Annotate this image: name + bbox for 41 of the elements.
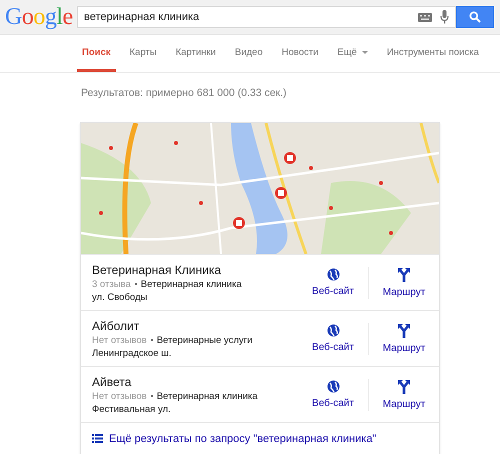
globe-icon — [326, 268, 340, 281]
place-name[interactable]: Айвета — [92, 374, 298, 388]
more-results-link[interactable]: Ещё результаты по запросу "ветеринарная клиника" — [81, 422, 439, 454]
directions-link[interactable]: Маршрут — [378, 324, 430, 354]
place-name[interactable]: Айболит — [92, 318, 298, 332]
caret-icon — [362, 50, 368, 54]
place-address: ул. Свободы — [92, 292, 148, 302]
route-fork-icon — [398, 324, 410, 338]
search-icon — [469, 11, 481, 23]
website-link[interactable]: Веб-сайт — [307, 268, 359, 297]
search-field[interactable]: ветеринарная клиника — [77, 6, 456, 28]
place-category: Ветеринарная клиника — [140, 278, 242, 290]
place-category: Ветеринарная клиника — [156, 390, 258, 402]
route-fork-icon — [398, 268, 410, 282]
keyboard-icon[interactable] — [418, 12, 432, 22]
website-link[interactable]: Веб-сайт — [307, 324, 359, 353]
tab[interactable]: Карты — [124, 35, 162, 72]
microphone-icon[interactable] — [440, 10, 449, 24]
tab[interactable]: Ещё — [332, 35, 373, 72]
directions-link[interactable]: Маршрут — [378, 268, 430, 298]
review-count: Нет отзывов — [92, 334, 147, 346]
place-category: Ветеринарные услуги — [156, 334, 252, 346]
list-icon — [92, 434, 103, 443]
search-query: ветеринарная клиника — [84, 11, 200, 23]
search-button[interactable] — [456, 6, 494, 28]
review-count: Нет отзывов — [92, 390, 147, 402]
tab[interactable]: Поиск — [77, 35, 116, 72]
tab[interactable]: Инструменты поиска — [382, 35, 484, 72]
globe-icon — [326, 324, 340, 337]
place-name[interactable]: Ветеринарная Клиника — [92, 262, 298, 276]
tab[interactable]: Картинки — [170, 35, 221, 72]
result-stats: Результатов: примерно 681 000 (0.33 сек.) — [80, 86, 288, 101]
review-count: 3 отзыва — [92, 278, 131, 290]
tab[interactable]: Видео — [230, 35, 268, 72]
place-address: Ленинградское ш. — [92, 348, 172, 358]
place-address: Фестивальная ул. — [92, 404, 172, 414]
tab[interactable]: Новости — [276, 35, 324, 72]
website-link[interactable]: Веб-сайт — [307, 380, 359, 409]
globe-icon — [326, 380, 340, 393]
directions-link[interactable]: Маршрут — [378, 380, 430, 410]
route-fork-icon — [398, 380, 410, 394]
